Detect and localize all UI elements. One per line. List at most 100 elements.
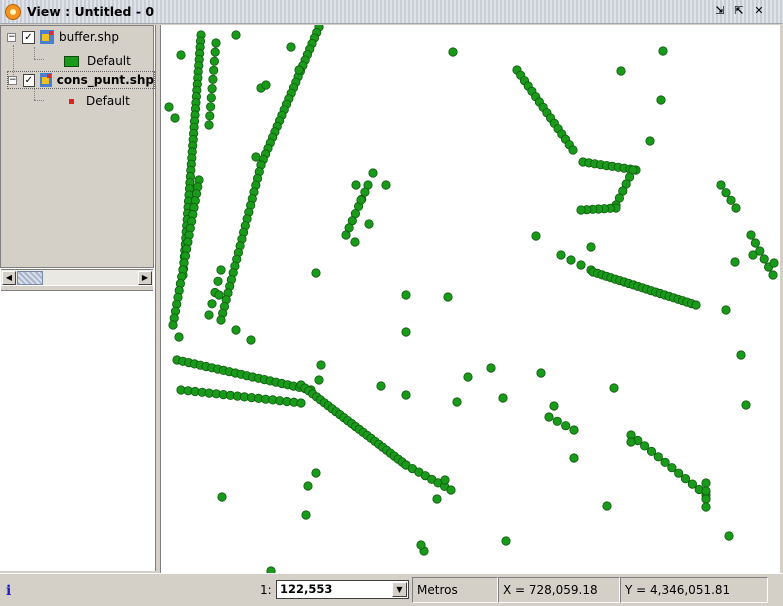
- point-feature: [741, 400, 751, 410]
- point-feature: [213, 276, 223, 286]
- point-feature: [721, 305, 731, 315]
- point-feature: [556, 250, 566, 260]
- point-feature: [486, 363, 496, 373]
- collapse-toggle[interactable]: −: [8, 75, 17, 85]
- status-bar: i 1: 122,553 ▼ Metros X = 728,059.18 Y =…: [0, 573, 783, 606]
- point-feature: [440, 475, 450, 485]
- point-feature: [207, 299, 217, 309]
- map-canvas[interactable]: [160, 25, 780, 573]
- collapse-toggle[interactable]: −: [7, 32, 16, 42]
- units-field: Metros: [412, 577, 498, 603]
- point-feature: [311, 468, 321, 478]
- layer-row-buffer[interactable]: − ✓ buffer.shp: [7, 30, 119, 44]
- point-feature: [231, 325, 241, 335]
- close-icon[interactable]: ✕: [751, 4, 767, 20]
- layer-row-cons-punt[interactable]: − ✓ cons_punt.shp: [7, 71, 155, 89]
- app-icon: [5, 4, 21, 20]
- point-feature: [544, 412, 554, 422]
- point-feature: [205, 102, 216, 112]
- toc-horizontal-scrollbar[interactable]: ◀ ▶: [1, 269, 153, 285]
- layer-visibility-checkbox[interactable]: ✓: [22, 30, 35, 44]
- point-feature: [296, 398, 306, 408]
- point-feature: [701, 502, 711, 512]
- point-feature: [653, 452, 663, 462]
- point-feature: [549, 401, 559, 411]
- window-title: View : Untitled - 0: [27, 4, 155, 19]
- layer-visibility-checkbox[interactable]: ✓: [23, 73, 35, 87]
- scroll-left-icon[interactable]: ◀: [2, 271, 16, 285]
- tree-connector: [34, 47, 35, 59]
- point-feature: [206, 93, 216, 103]
- panel-splitter[interactable]: [1, 286, 153, 291]
- point-feature: [561, 421, 571, 431]
- point-feature: [205, 111, 215, 121]
- point-feature: [443, 292, 453, 302]
- point-feature: [736, 350, 746, 360]
- tree-connector: [34, 100, 44, 101]
- point-feature: [209, 56, 220, 66]
- point-feature: [667, 463, 677, 473]
- scale-value[interactable]: 122,553: [280, 582, 332, 596]
- point-feature: [552, 416, 562, 426]
- point-feature: [176, 50, 186, 60]
- point-feature: [351, 180, 361, 190]
- point-feature: [658, 46, 668, 56]
- point-feature: [210, 47, 220, 57]
- point-feature: [616, 66, 626, 76]
- point-feature: [656, 95, 666, 105]
- point-feature: [609, 383, 619, 393]
- point-feature: [716, 180, 726, 190]
- point-feature: [576, 260, 586, 270]
- map-layer-points: [164, 25, 779, 573]
- point-feature: [446, 485, 456, 495]
- layer-name[interactable]: cons_punt.shp: [57, 73, 154, 87]
- point-feature: [217, 492, 227, 502]
- point-feature: [730, 257, 740, 267]
- minimize-icon[interactable]: ⇱: [731, 4, 747, 20]
- point-feature: [645, 136, 655, 146]
- scroll-right-icon[interactable]: ▶: [138, 271, 152, 285]
- scale-combobox[interactable]: 122,553 ▼: [276, 580, 409, 599]
- point-feature: [301, 510, 311, 520]
- point-feature: [498, 393, 508, 403]
- point-feature: [726, 195, 736, 205]
- point-feature: [216, 265, 226, 275]
- point-feature: [164, 102, 174, 112]
- point-feature: [316, 360, 326, 370]
- scale-prefix: 1:: [260, 583, 272, 597]
- point-feature: [286, 42, 296, 52]
- point-feature: [768, 270, 778, 280]
- point-feature: [376, 381, 386, 391]
- info-icon[interactable]: i: [6, 583, 11, 599]
- point-feature: [432, 494, 442, 504]
- point-feature: [568, 145, 578, 155]
- point-feature: [401, 327, 411, 337]
- point-feature: [626, 437, 636, 447]
- point-feature: [231, 30, 241, 40]
- legend-row: Default: [64, 94, 130, 108]
- point-feature: [750, 238, 761, 248]
- point-feature: [208, 74, 218, 85]
- point-feature: [701, 486, 711, 496]
- point-feature: [170, 113, 180, 123]
- point-feature: [448, 47, 458, 57]
- point-feature: [569, 453, 579, 463]
- layer-name[interactable]: buffer.shp: [59, 30, 119, 44]
- point-feature: [294, 65, 304, 75]
- point-feature: [639, 441, 650, 451]
- point-feature: [356, 195, 366, 205]
- point-feature: [721, 188, 731, 198]
- point-feature: [569, 425, 579, 435]
- point-feature: [204, 120, 214, 130]
- point-feature: [368, 168, 378, 178]
- chevron-down-icon[interactable]: ▼: [392, 582, 407, 597]
- point-feature: [350, 237, 360, 247]
- restore-icon[interactable]: ⇲: [712, 4, 728, 20]
- scroll-thumb[interactable]: [17, 271, 43, 285]
- point-feature: [246, 335, 256, 345]
- window-titlebar[interactable]: View : Untitled - 0 ⇲ ⇱ ✕: [0, 0, 783, 24]
- point-feature: [576, 205, 586, 215]
- point-feature: [207, 83, 217, 94]
- point-feature: [769, 258, 779, 268]
- point-feature: [303, 481, 313, 491]
